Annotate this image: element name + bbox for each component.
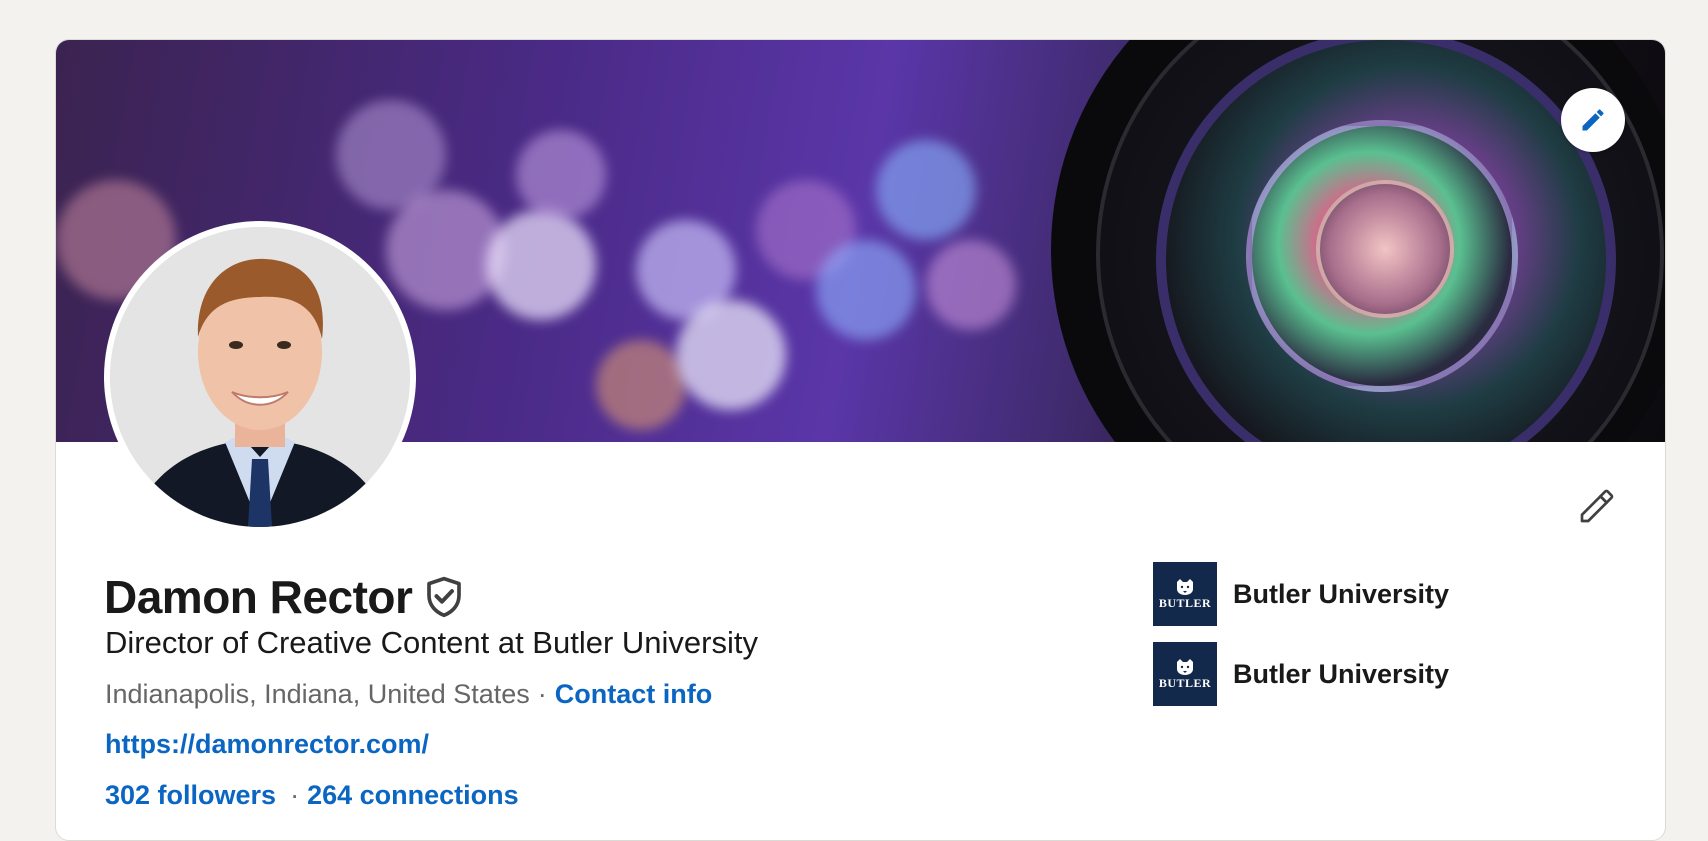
connections-link[interactable]: 264 connections [307, 780, 519, 811]
profile-card: Damon Rector Director of Creative Conten… [55, 39, 1666, 841]
verified-shield-icon[interactable] [424, 575, 464, 619]
contact-info-link[interactable]: Contact info [555, 679, 712, 710]
profile-headline: Director of Creative Content at Butler U… [105, 625, 758, 660]
stats-separator: · [290, 780, 300, 810]
profile-location: Indianapolis, Indiana, United States [105, 679, 530, 709]
organization-name: Butler University [1233, 578, 1450, 609]
followers-link[interactable]: 302 followers [105, 780, 276, 811]
name-row: Damon Rector [104, 570, 464, 624]
butler-logo: BUTLER [1153, 562, 1217, 626]
organization-item[interactable]: BUTLER Butler University [1153, 562, 1449, 626]
avatar-portrait [110, 227, 410, 527]
bulldog-icon [1177, 578, 1193, 595]
bulldog-icon [1177, 658, 1193, 675]
stats-row: 302 followers · 264 connections [105, 780, 519, 811]
website-link[interactable]: https://damonrector.com/ [105, 729, 429, 759]
butler-logo: BUTLER [1153, 642, 1217, 706]
organization-name: Butler University [1233, 658, 1450, 689]
edit-banner-button[interactable] [1561, 88, 1625, 152]
edit-profile-button[interactable] [1573, 482, 1621, 530]
pencil-icon [1580, 489, 1614, 523]
location-row: Indianapolis, Indiana, United States · C… [105, 679, 712, 710]
organization-item[interactable]: BUTLER Butler University [1153, 642, 1449, 706]
organizations-list: BUTLER Butler University BUTLER Butler U… [1153, 562, 1449, 722]
pencil-icon [1582, 109, 1604, 131]
profile-name: Damon Rector [104, 571, 413, 623]
location-separator: · [537, 679, 547, 709]
profile-photo[interactable] [104, 221, 416, 533]
website-row: https://damonrector.com/ [105, 729, 429, 760]
